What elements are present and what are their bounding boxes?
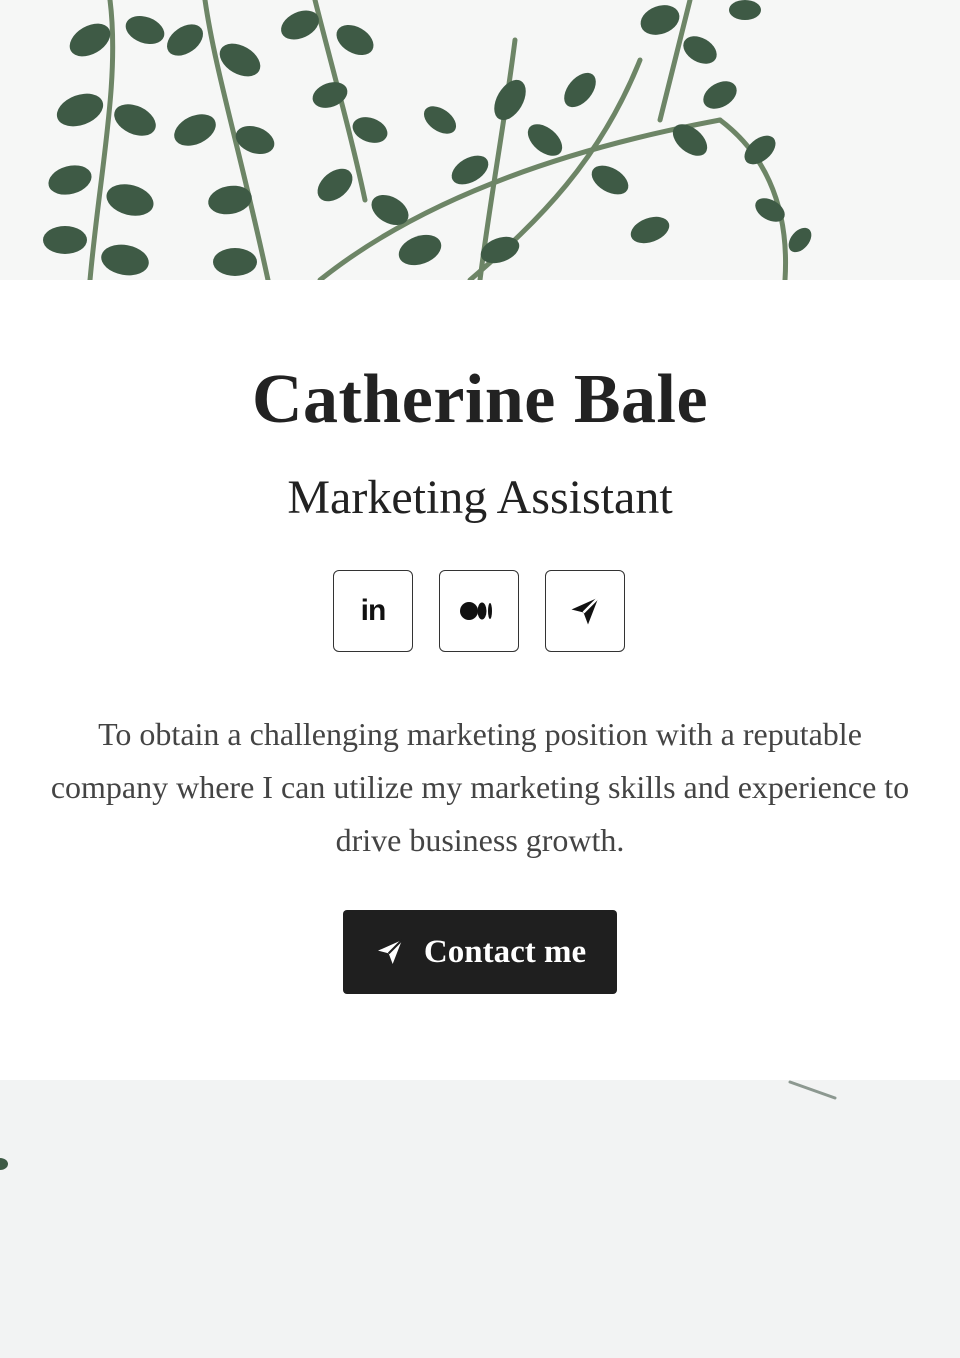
medium-icon xyxy=(460,602,492,620)
profile-title: Marketing Assistant xyxy=(287,471,673,524)
profile-name: Catherine Bale xyxy=(251,361,709,438)
linkedin-button[interactable]: in xyxy=(333,570,413,652)
eucalyptus-illustration xyxy=(43,0,812,280)
social-links: in xyxy=(333,570,627,654)
background-image xyxy=(0,1080,837,1170)
hero-image-top xyxy=(0,0,960,280)
hero-image-bottom xyxy=(0,1080,960,1358)
profile-card: Catherine Bale Marketing Assistant in To… xyxy=(0,280,960,1080)
send-icon xyxy=(374,936,406,968)
medium-button[interactable] xyxy=(439,570,519,652)
telegram-button[interactable] xyxy=(545,570,625,652)
linkedin-icon: in xyxy=(360,594,387,627)
profile-summary: To obtain a challenging marketing positi… xyxy=(50,716,910,858)
telegram-icon xyxy=(571,596,600,625)
contact-button-label: Contact me xyxy=(423,933,587,970)
contact-button[interactable]: Contact me xyxy=(343,910,617,994)
